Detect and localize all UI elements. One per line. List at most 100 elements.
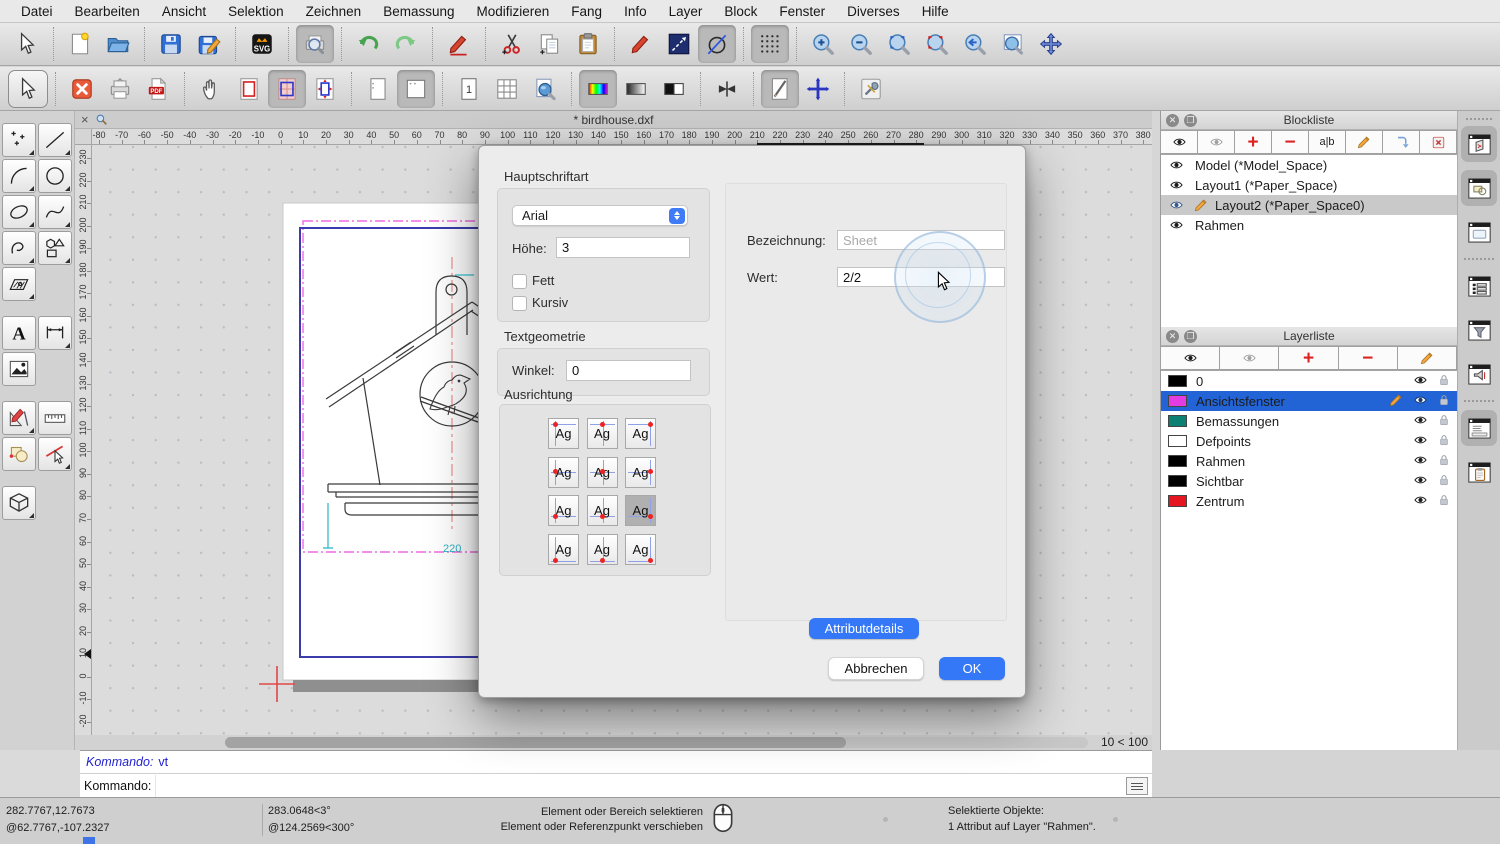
- redo-button[interactable]: [387, 25, 425, 63]
- edit-button[interactable]: [1345, 130, 1383, 154]
- panel-filter-toggle-button[interactable]: [1461, 312, 1497, 348]
- align-top-left-button[interactable]: Ag: [548, 418, 579, 449]
- menu-bearbeiten[interactable]: Bearbeiten: [64, 4, 151, 19]
- lock-icon[interactable]: [1437, 413, 1451, 430]
- add-button[interactable]: +: [1234, 130, 1272, 154]
- dimension-tool-button[interactable]: [38, 316, 72, 350]
- pdf-export-button[interactable]: PDF: [139, 70, 177, 108]
- menu-modifizieren[interactable]: Modifizieren: [466, 4, 561, 19]
- hatch-tool-button[interactable]: [2, 267, 36, 301]
- ellipse-tool-button[interactable]: [2, 195, 36, 229]
- layer-row[interactable]: 0: [1161, 371, 1457, 391]
- menu-datei[interactable]: Datei: [10, 4, 64, 19]
- insert-button[interactable]: [1382, 130, 1420, 154]
- visible-eye-button[interactable]: [1160, 130, 1198, 154]
- folder-open-button[interactable]: [99, 25, 137, 63]
- zoom-page-button[interactable]: [526, 70, 564, 108]
- menu-ansicht[interactable]: Ansicht: [151, 4, 217, 19]
- command-options-button[interactable]: [1126, 777, 1148, 795]
- menu-zeichnen[interactable]: Zeichnen: [295, 4, 373, 19]
- attribute-details-button[interactable]: Attributdetails: [809, 618, 919, 639]
- align-bottom-center-button[interactable]: Ag: [586, 533, 618, 565]
- eye-icon[interactable]: [1411, 433, 1430, 450]
- menu-info[interactable]: Info: [613, 4, 658, 19]
- print-preview-button[interactable]: [296, 25, 334, 63]
- align-top-right-button[interactable]: Ag: [625, 418, 656, 449]
- eye-icon[interactable]: [1161, 178, 1191, 192]
- close-drawing-button[interactable]: [63, 70, 101, 108]
- svg-export-button[interactable]: SVG: [243, 25, 281, 63]
- zoom-in-button[interactable]: [804, 25, 842, 63]
- visible-eye-button[interactable]: [1160, 346, 1221, 370]
- block-row[interactable]: Layout1 (*Paper_Space): [1161, 175, 1457, 195]
- layer-row[interactable]: Defpoints: [1161, 431, 1457, 451]
- preferences-button[interactable]: [852, 70, 890, 108]
- points-tool-button[interactable]: [2, 123, 36, 157]
- panel-viewport-toggle-button[interactable]: [1461, 214, 1497, 250]
- eye-icon[interactable]: [1411, 493, 1430, 510]
- menu-bemassung[interactable]: Bemassung: [372, 4, 465, 19]
- cancel-button[interactable]: Abbrechen: [828, 657, 924, 680]
- viewport-arrows-button[interactable]: [306, 70, 344, 108]
- draft-mode-button[interactable]: [761, 69, 799, 108]
- viewport-frame-button[interactable]: [230, 70, 268, 108]
- remove-button[interactable]: −: [1271, 130, 1309, 154]
- save-button[interactable]: [152, 25, 190, 63]
- align-middle-left-button[interactable]: Ag: [548, 456, 579, 488]
- layer-row[interactable]: Zentrum: [1161, 491, 1457, 511]
- page-plain-button[interactable]: [359, 70, 397, 108]
- file-new-button[interactable]: [61, 25, 99, 63]
- menu-hilfe[interactable]: Hilfe: [911, 4, 960, 19]
- pan-button[interactable]: [1032, 25, 1070, 63]
- panel-clipboard-toggle-button[interactable]: [1461, 454, 1497, 490]
- zoom-previous-button[interactable]: [956, 25, 994, 63]
- height-input[interactable]: [556, 237, 690, 258]
- eye-icon[interactable]: [1161, 198, 1191, 212]
- lock-icon[interactable]: [1437, 393, 1451, 410]
- font-dropdown[interactable]: Arial: [512, 205, 688, 226]
- remove-button[interactable]: −: [1337, 346, 1398, 370]
- block-row[interactable]: Rahmen: [1161, 215, 1457, 235]
- eye-icon[interactable]: [1411, 453, 1430, 470]
- lock-icon[interactable]: [1437, 493, 1451, 510]
- hidden-eye-button[interactable]: [1219, 346, 1280, 370]
- save-as-button[interactable]: [190, 25, 228, 63]
- panel-property-list-toggle-button[interactable]: [1461, 268, 1497, 304]
- line-tool-button[interactable]: [660, 25, 698, 63]
- align-middle-right-button[interactable]: Ag: [625, 456, 656, 488]
- lock-icon[interactable]: [1437, 473, 1451, 490]
- float-panel-icon[interactable]: ❐: [1184, 113, 1197, 127]
- block-row[interactable]: Layout2 (*Paper_Space0): [1161, 195, 1457, 215]
- align-base-right-button[interactable]: Ag: [625, 495, 656, 526]
- ok-button[interactable]: OK: [939, 657, 1005, 680]
- color-gray-button[interactable]: [617, 70, 655, 108]
- pointer-button[interactable]: [8, 25, 46, 63]
- eye-icon[interactable]: [1411, 473, 1430, 490]
- menu-layer[interactable]: Layer: [658, 4, 714, 19]
- hidden-eye-button[interactable]: [1197, 130, 1235, 154]
- pen-edit-button[interactable]: [440, 25, 478, 63]
- text-tool-button[interactable]: A: [2, 316, 36, 350]
- panel-command-toggle-button[interactable]: [1461, 410, 1497, 446]
- menu-fenster[interactable]: Fenster: [768, 4, 836, 19]
- eye-icon[interactable]: [1161, 158, 1191, 172]
- image-tool-button[interactable]: [2, 352, 36, 386]
- layer-row[interactable]: Bemassungen: [1161, 411, 1457, 431]
- delete-button[interactable]: [1419, 130, 1457, 154]
- viewport-fill-button[interactable]: [268, 69, 306, 108]
- pen-red-button[interactable]: [622, 25, 660, 63]
- angle-input[interactable]: [566, 360, 691, 381]
- lock-icon[interactable]: [1437, 433, 1451, 450]
- float-panel-icon[interactable]: ❐: [1184, 329, 1197, 343]
- pointer-select-button[interactable]: [8, 69, 48, 108]
- measure-tool-button[interactable]: [38, 401, 72, 435]
- align-base-left-button[interactable]: Ag: [548, 495, 579, 526]
- solid-tool-button[interactable]: [2, 486, 36, 520]
- undo-button[interactable]: [349, 25, 387, 63]
- rename-button[interactable]: a|b: [1308, 130, 1346, 154]
- add-button[interactable]: +: [1278, 346, 1339, 370]
- edit-button[interactable]: [1396, 346, 1458, 370]
- close-panel-icon[interactable]: ✕: [1166, 113, 1179, 127]
- menu-diverses[interactable]: Diverses: [836, 4, 911, 19]
- panel-blocks-toggle-button[interactable]: [1461, 126, 1497, 162]
